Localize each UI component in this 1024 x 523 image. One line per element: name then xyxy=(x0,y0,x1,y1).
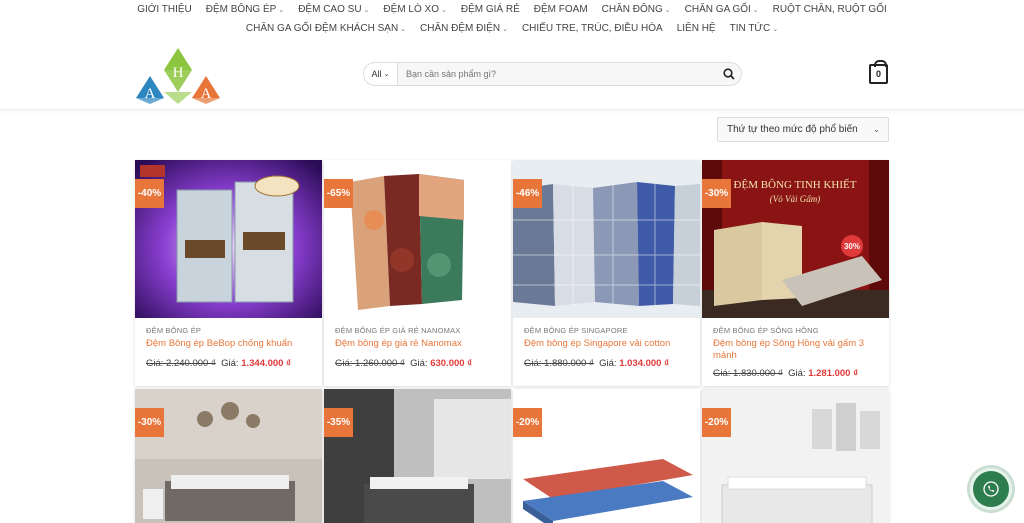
phone-icon xyxy=(983,481,999,497)
product-price: Giá: 2.240.000 ₫ Giá: 1.344.000 ₫ xyxy=(146,358,311,369)
nav-item-chieu[interactable]: CHIẾU TRE, TRÚC, ĐIỀU HÒA xyxy=(522,23,663,34)
old-price: Giá: 1.260.000 ₫ xyxy=(335,358,405,369)
nav-item-gioi-thieu[interactable]: GIỚI THIỆU xyxy=(137,4,192,15)
product-image[interactable]: -46% xyxy=(513,160,700,318)
nav-item-tin-tuc[interactable]: TIN TỨC ⌄ xyxy=(730,23,778,34)
chevron-down-icon: ⌄ xyxy=(278,6,285,14)
product-card[interactable]: -46% ĐỆM BÔNG ÉP SINGAPORE Đệm bông ép S… xyxy=(513,160,700,386)
nav-row-2: CHĂN GA GỐI ĐỆM KHÁCH SẠN ⌄ CHĂN ĐỆM ĐIỆN… xyxy=(0,19,1024,38)
nav-item-chan-dem-dien[interactable]: CHĂN ĐỆM ĐIỆN ⌄ xyxy=(420,23,508,34)
nav-item-dem-lo-xo[interactable]: ĐỆM LÒ XO ⌄ xyxy=(383,4,446,15)
image-subcaption: (Vỏ Vải Gấm) xyxy=(770,194,821,204)
discount-badge: -30% xyxy=(702,179,731,208)
product-image[interactable]: ĐỆM BÔNG TINH KHIẾT (Vỏ Vải Gấm) 30% -30… xyxy=(702,160,889,318)
chevron-down-icon: ⌄ xyxy=(752,6,759,14)
search-category-select[interactable]: All ⌄ xyxy=(364,63,398,85)
chevron-down-icon: ⌄ xyxy=(664,6,671,14)
search-icon xyxy=(723,68,735,80)
chevron-down-icon: ⌄ xyxy=(363,6,370,14)
product-name[interactable]: Đệm bông ép giá rẻ Nanomax xyxy=(335,338,500,350)
chevron-down-icon: ⌄ xyxy=(441,6,447,14)
chevron-down-icon: ⌄ xyxy=(502,25,508,33)
cart-count: 0 xyxy=(875,69,881,79)
chevron-down-icon: ⌄ xyxy=(400,25,407,33)
nav-item-lien-he[interactable]: LIÊN HỆ xyxy=(677,23,716,34)
product-name[interactable]: Đệm bông ép Sông Hồng vải gấm 3 mảnh xyxy=(713,338,878,362)
product-image[interactable]: -65% xyxy=(324,160,511,318)
search-button[interactable] xyxy=(717,63,741,85)
price-label: Giá: xyxy=(221,358,239,369)
product-image[interactable]: -40% xyxy=(135,160,322,318)
discount-badge: -20% xyxy=(513,408,542,437)
sale-price: 630.000 ₫ xyxy=(430,358,473,369)
product-card[interactable]: -40% ĐỆM BÔNG ÉP Đệm Bông ép BeBop chống… xyxy=(135,160,322,386)
product-price: Giá: 1.830.000 ₫ Giá: 1.281.000 ₫ xyxy=(713,368,878,379)
discount-badge: -40% xyxy=(135,179,164,208)
price-label: Giá: xyxy=(410,358,428,369)
nav-item-dem-foam[interactable]: ĐỆM FOAM xyxy=(534,4,588,15)
nav-item-dem-gia-re[interactable]: ĐỆM GIÁ RẺ xyxy=(461,4,520,15)
product-category[interactable]: ĐỆM BÔNG ÉP SINGAPORE xyxy=(524,326,689,335)
discount-badge: -65% xyxy=(324,179,353,208)
nav-item-chan-ga-goi[interactable]: CHĂN GA GỐI ⌄ xyxy=(685,4,759,15)
product-card[interactable]: -20% xyxy=(513,389,700,523)
product-card[interactable]: -35% xyxy=(324,389,511,523)
sale-price: 1.281.000 ₫ xyxy=(808,368,858,379)
image-caption: ĐỆM BÔNG TINH KHIẾT xyxy=(734,178,857,191)
sale-price: 1.344.000 ₫ xyxy=(241,358,291,369)
product-card[interactable]: -20% xyxy=(702,389,889,523)
chevron-down-icon: ⌄ xyxy=(772,25,779,33)
product-image[interactable]: -20% xyxy=(513,389,700,523)
sort-select[interactable]: Thứ tự theo mức độ phổ biến ⌄ xyxy=(717,117,889,142)
discount-badge: -30% xyxy=(135,408,164,437)
sale-price: 1.034.000 ₫ xyxy=(619,358,669,369)
site-header: H A A All⌄ 0 xyxy=(0,38,1024,110)
search-input[interactable] xyxy=(398,69,717,79)
product-category[interactable]: ĐỆM BÔNG ÉP xyxy=(146,326,311,335)
product-image[interactable]: -35% xyxy=(324,389,511,523)
chevron-down-icon: ⌄ xyxy=(383,71,390,78)
chevron-down-icon: ⌄ xyxy=(873,125,880,134)
svg-text:A: A xyxy=(201,86,212,102)
nav-row-1: GIỚI THIỆU ĐỆM BÔNG ÉP ⌄ ĐỆM CAO SU ⌄ ĐỆM … xyxy=(0,0,1024,19)
product-category[interactable]: ĐỆM BÔNG ÉP SÔNG HỒNG xyxy=(713,326,878,335)
discount-badge: -46% xyxy=(513,179,542,208)
nav-item-ruot-chan-ruot-goi[interactable]: RUỘT CHĂN, RUỘT GỐI xyxy=(773,4,887,15)
product-price: Giá: 1.260.000 ₫ Giá: 630.000 ₫ xyxy=(335,358,500,369)
product-card[interactable]: -30% xyxy=(135,389,322,523)
nav-item-dem-cao-su[interactable]: ĐỆM CAO SU ⌄ xyxy=(298,4,369,15)
price-label: Giá: xyxy=(599,358,617,369)
product-image[interactable]: -30% xyxy=(135,389,322,523)
svg-text:H: H xyxy=(173,65,184,81)
nav-item-khach-san[interactable]: CHĂN GA GỐI ĐỆM KHÁCH SẠN ⌄ xyxy=(246,23,406,34)
product-name[interactable]: Đệm bông ép Singapore vải cotton xyxy=(524,338,689,350)
image-discount-tag: 30% xyxy=(841,235,863,257)
site-logo[interactable]: H A A xyxy=(136,48,220,104)
top-navigation: GIỚI THIỆU ĐỆM BÔNG ÉP ⌄ ĐỆM CAO SU ⌄ ĐỆM … xyxy=(0,0,1024,38)
discount-badge: -20% xyxy=(702,408,731,437)
product-image[interactable]: -20% xyxy=(702,389,889,523)
old-price: Giá: 2.240.000 ₫ xyxy=(146,358,216,369)
call-button[interactable] xyxy=(970,468,1012,510)
nav-item-dem-bong-ep[interactable]: ĐỆM BÔNG ÉP ⌄ xyxy=(206,4,284,15)
product-category[interactable]: ĐỆM BÔNG ÉP GIÁ RẺ NANOMAX xyxy=(335,326,500,335)
old-price: Giá: 1.880.000 ₫ xyxy=(524,358,594,369)
product-card[interactable]: -65% ĐỆM BÔNG ÉP GIÁ RẺ NANOMAX Đệm bông… xyxy=(324,160,511,386)
product-price: Giá: 1.880.000 ₫ Giá: 1.034.000 ₫ xyxy=(524,358,689,369)
price-label: Giá: xyxy=(788,368,806,379)
old-price: Giá: 1.830.000 ₫ xyxy=(713,368,783,379)
discount-badge: -35% xyxy=(324,408,353,437)
cart-button[interactable]: 0 xyxy=(869,60,888,84)
svg-text:30%: 30% xyxy=(844,242,860,251)
product-card[interactable]: ĐỆM BÔNG TINH KHIẾT (Vỏ Vải Gấm) 30% -30… xyxy=(702,160,889,386)
search-bar: All ⌄ xyxy=(363,62,742,86)
nav-item-chan-dong[interactable]: CHĂN ĐÔNG ⌄ xyxy=(602,4,671,15)
product-name[interactable]: Đệm Bông ép BeBop chống khuẩn xyxy=(146,338,311,350)
svg-text:A: A xyxy=(145,86,156,102)
